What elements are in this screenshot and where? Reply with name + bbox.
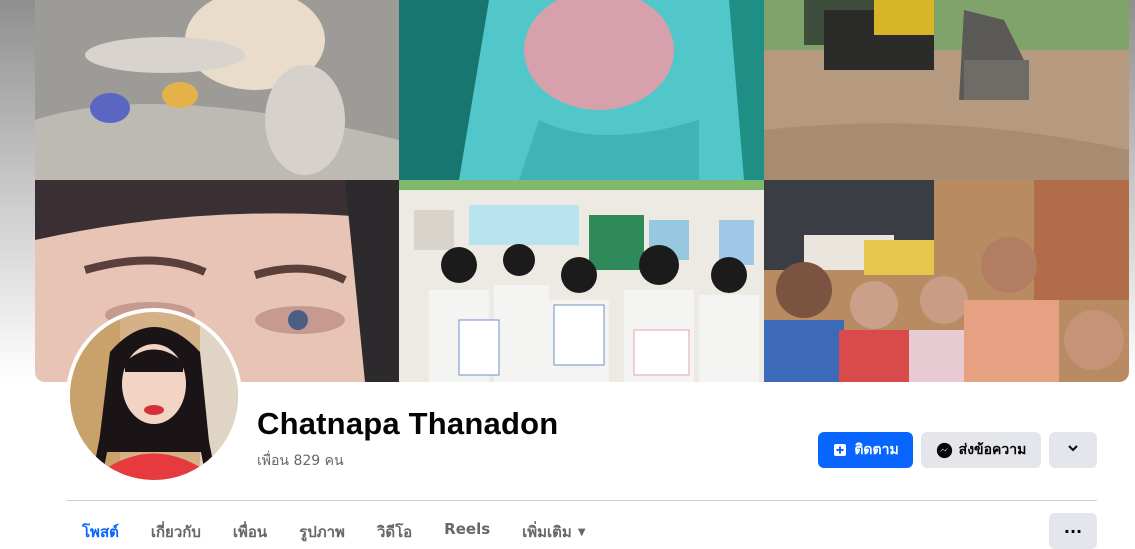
tab-friends[interactable]: เพื่อน bbox=[217, 512, 283, 544]
tab-label: Reels bbox=[444, 520, 491, 538]
profile-options-dropdown[interactable] bbox=[1049, 432, 1097, 468]
tab-photos[interactable]: รูปภาพ bbox=[283, 512, 361, 544]
header-divider bbox=[66, 500, 1097, 501]
cover-tile-baby-sand bbox=[35, 0, 399, 180]
friends-count[interactable]: เพื่อน 829 คน bbox=[257, 450, 344, 472]
follow-button[interactable]: ติดตาม bbox=[818, 432, 913, 468]
cover-tile-group-photo bbox=[764, 180, 1129, 382]
tab-label: เพิ่มเติม bbox=[522, 523, 572, 541]
tab-label: โพสต์ bbox=[82, 523, 119, 541]
add-friend-icon bbox=[832, 442, 848, 458]
message-button[interactable]: ส่งข้อความ bbox=[921, 432, 1041, 468]
tab-label: รูปภาพ bbox=[299, 523, 345, 541]
more-options-button[interactable]: ··· bbox=[1049, 513, 1097, 549]
tab-reels[interactable]: Reels bbox=[428, 512, 506, 538]
tab-posts[interactable]: โพสต์ bbox=[66, 512, 135, 544]
messenger-icon bbox=[936, 442, 953, 459]
tab-about[interactable]: เกี่ยวกับ bbox=[135, 512, 217, 544]
tab-more[interactable]: เพิ่มเติม ▼ bbox=[506, 512, 601, 544]
message-button-label: ส่งข้อความ bbox=[958, 442, 1027, 458]
profile-name: Chatnapa Thanadon bbox=[257, 406, 559, 441]
tab-label: เพื่อน bbox=[232, 523, 268, 541]
cover-tile-newborn bbox=[399, 0, 764, 180]
tab-videos[interactable]: วิดีโอ bbox=[361, 512, 428, 544]
caret-down-icon: ▼ bbox=[577, 527, 586, 538]
chevron-down-icon bbox=[1067, 442, 1079, 458]
tab-label: วิดีโอ bbox=[376, 523, 413, 541]
tab-label: เกี่ยวกับ bbox=[150, 523, 201, 541]
follow-button-label: ติดตาม bbox=[854, 442, 899, 458]
cover-tile-excavator bbox=[764, 0, 1129, 180]
profile-avatar[interactable] bbox=[70, 312, 238, 480]
cover-tile-classroom bbox=[399, 180, 764, 382]
